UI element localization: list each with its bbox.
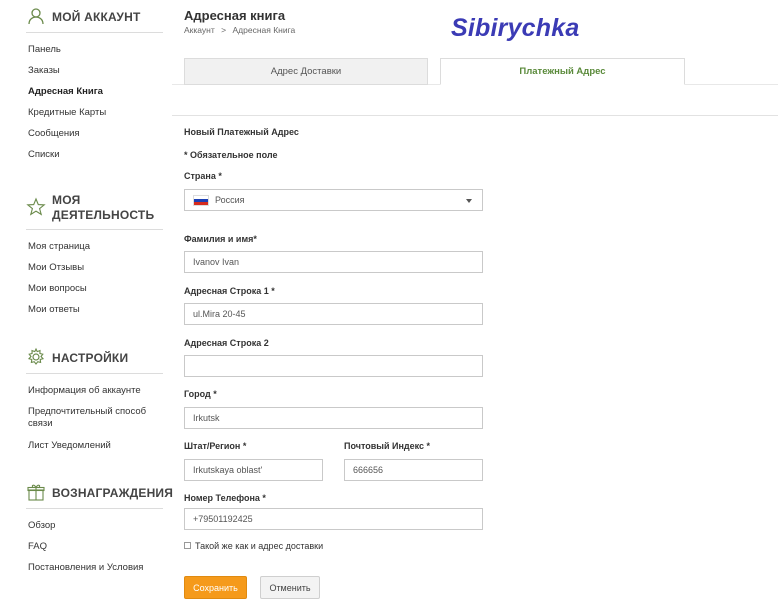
chevron-down-icon bbox=[466, 199, 472, 203]
sidebar-section-title: МОЯ ДЕЯТЕЛЬНОСТЬ bbox=[52, 193, 155, 222]
city-label: Город * bbox=[184, 389, 217, 399]
sidebar-section-account: МОЙ АККАУНТ bbox=[26, 6, 140, 26]
same-as-shipping-checkbox[interactable] bbox=[184, 542, 191, 549]
gear-icon bbox=[27, 347, 45, 365]
sidebar-section-rewards: ВОЗНАГРАЖДЕНИЯ bbox=[26, 482, 173, 502]
sidebar-item-faq[interactable]: FAQ bbox=[28, 541, 158, 553]
save-button[interactable]: Сохранить bbox=[184, 576, 247, 599]
address-line-1-label: Адресная Строка 1 * bbox=[184, 286, 275, 296]
postal-code-label: Почтовый Индекс * bbox=[344, 441, 431, 451]
sidebar-item-overview[interactable]: Обзор bbox=[28, 520, 158, 532]
address-line-2-label: Адресная Строка 2 bbox=[184, 338, 269, 348]
state-label: Штат/Регион * bbox=[184, 441, 247, 451]
sidebar-section-activity: МОЯ ДЕЯТЕЛЬНОСТЬ bbox=[26, 193, 154, 223]
tab-billing-address[interactable]: Платежный Адрес bbox=[440, 58, 685, 85]
sidebar-section-title: ВОЗНАГРАЖДЕНИЯ bbox=[52, 486, 174, 500]
sidebar-item-account-info[interactable]: Информация об аккаунте bbox=[28, 385, 158, 397]
sidebar-item-address-book[interactable]: Адресная Книга bbox=[28, 86, 158, 98]
sidebar-section-title: НАСТРОЙКИ bbox=[52, 351, 129, 365]
sidebar-item-my-questions[interactable]: Мои вопросы bbox=[28, 283, 158, 295]
sidebar-item-contact-preference[interactable]: Предпочтительный способ связи bbox=[28, 406, 153, 430]
postal-code-field[interactable]: 666656 bbox=[344, 459, 483, 481]
address-line-2-field[interactable] bbox=[184, 355, 483, 377]
city-field[interactable]: Irkutsk bbox=[184, 407, 483, 429]
sidebar-item-dashboard[interactable]: Панель bbox=[28, 44, 158, 56]
watermark: Sibirychka bbox=[451, 14, 580, 42]
sidebar-item-my-page[interactable]: Моя страница bbox=[28, 241, 158, 253]
gift-icon bbox=[27, 484, 45, 501]
sidebar-item-lists[interactable]: Списки bbox=[28, 149, 158, 161]
full-name-label: Фамилия и имя* bbox=[184, 234, 257, 244]
breadcrumb-item-address-book: Адресная Книга bbox=[232, 25, 296, 35]
sidebar-item-orders[interactable]: Заказы bbox=[28, 65, 158, 77]
breadcrumb-item-account[interactable]: Аккаунт bbox=[184, 25, 215, 35]
divider bbox=[26, 508, 163, 509]
tab-shipping-address[interactable]: Адрес Доставки bbox=[184, 58, 428, 85]
divider bbox=[172, 115, 778, 116]
sidebar-section-settings: НАСТРОЙКИ bbox=[26, 347, 128, 367]
divider bbox=[26, 229, 163, 230]
cancel-button[interactable]: Отменить bbox=[260, 576, 320, 599]
address-line-1-field[interactable]: ul.Mira 20-45 bbox=[184, 303, 483, 325]
sidebar-item-my-reviews[interactable]: Мои Отзывы bbox=[28, 262, 158, 274]
country-select-value: Россия bbox=[215, 195, 245, 205]
sidebar: МОЙ АККАУНТ Панель Заказы Адресная Книга… bbox=[0, 0, 173, 614]
state-field[interactable]: Irkutskaya oblast' bbox=[184, 459, 323, 481]
form-heading: Новый Платежный Адрес bbox=[184, 127, 299, 137]
country-label: Страна * bbox=[184, 171, 222, 181]
sidebar-item-terms[interactable]: Постановления и Условия bbox=[28, 562, 158, 574]
divider bbox=[26, 373, 163, 374]
user-icon bbox=[28, 8, 44, 25]
sidebar-item-messages[interactable]: Сообщения bbox=[28, 128, 158, 140]
full-name-field[interactable]: Ivanov Ivan bbox=[184, 251, 483, 273]
required-note: * Обязательное поле bbox=[184, 150, 278, 160]
breadcrumb: Аккаунт > Адресная Книга bbox=[184, 25, 299, 35]
sidebar-item-credit-cards[interactable]: Кредитные Карты bbox=[28, 107, 158, 119]
country-select[interactable]: Россия bbox=[184, 189, 483, 211]
sidebar-section-title: МОЙ АККАУНТ bbox=[52, 10, 141, 24]
page-title: Адресная книга bbox=[184, 8, 286, 23]
sidebar-item-my-answers[interactable]: Мои ответы bbox=[28, 304, 158, 316]
star-icon bbox=[26, 197, 46, 216]
russia-flag-icon bbox=[193, 194, 209, 206]
phone-field[interactable]: +79501192425 bbox=[184, 508, 483, 530]
same-as-shipping-label[interactable]: Такой же как и адрес доставки bbox=[195, 541, 323, 551]
sidebar-item-notification-list[interactable]: Лист Уведомлений bbox=[28, 440, 158, 452]
breadcrumb-separator: > bbox=[221, 25, 227, 35]
phone-label: Номер Телефона * bbox=[184, 493, 266, 503]
divider bbox=[26, 32, 163, 33]
